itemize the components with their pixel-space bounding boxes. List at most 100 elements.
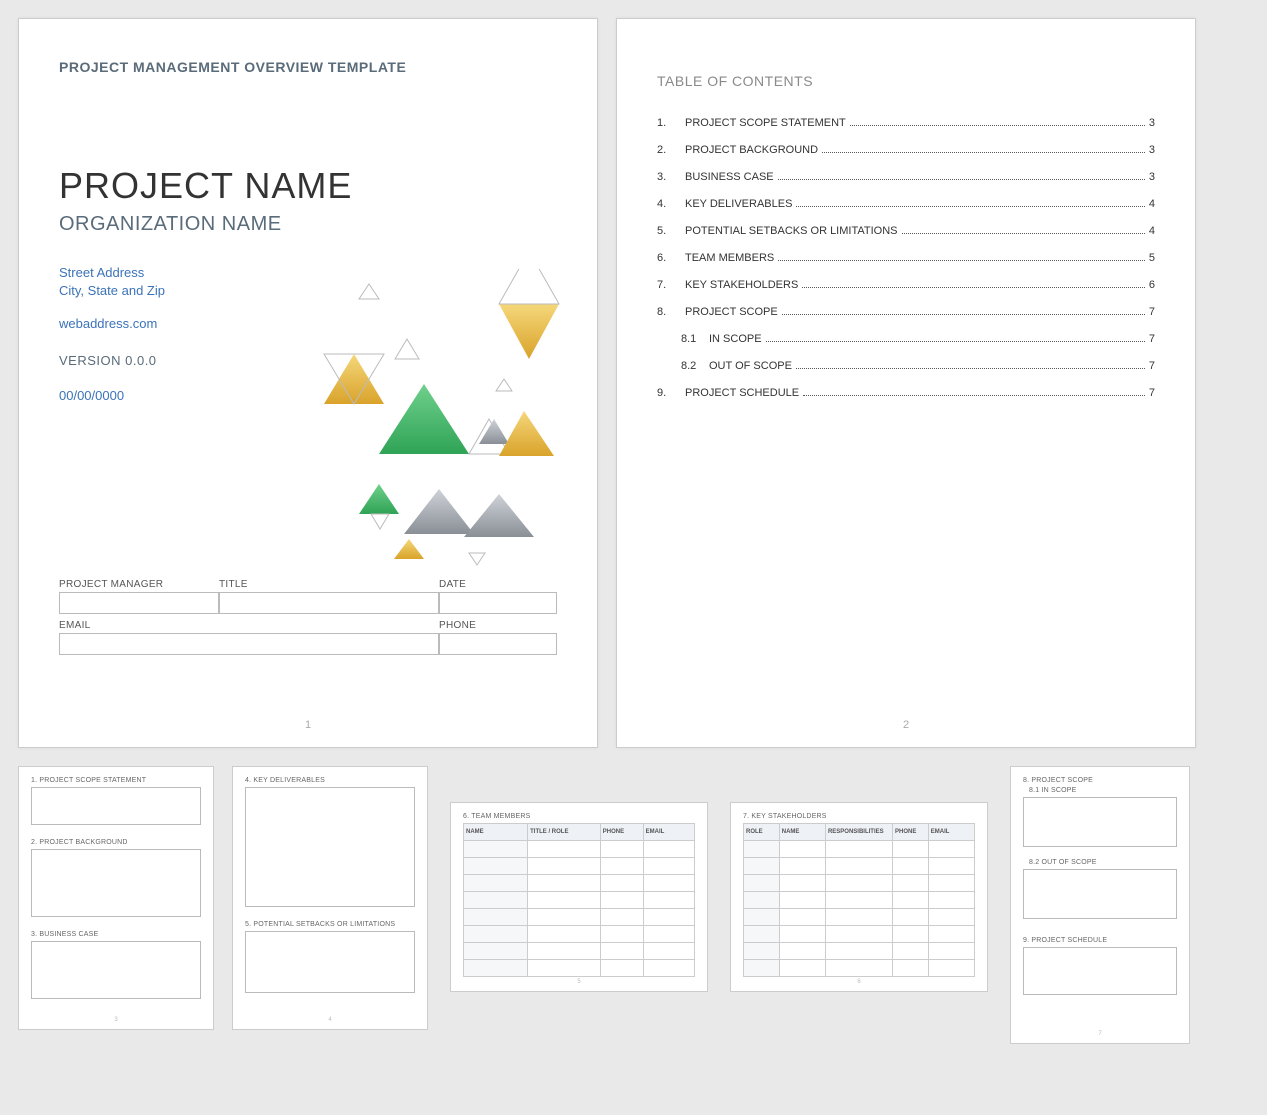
toc-entry: 6.TEAM MEMBERS5 bbox=[657, 252, 1155, 264]
stakeholders-table: ROLE NAME RESPONSIBILITIES PHONE EMAIL bbox=[743, 823, 975, 977]
toc-page: 3 bbox=[1149, 171, 1155, 183]
toc-page: 7 bbox=[1149, 387, 1155, 399]
label-date: DATE bbox=[439, 579, 557, 590]
toc-label: BUSINESS CASE bbox=[685, 171, 774, 183]
toc-entry: 3.BUSINESS CASE3 bbox=[657, 171, 1155, 183]
subsection-title: 8.2 OUT OF SCOPE bbox=[1029, 859, 1177, 866]
col-title-role: TITLE / ROLE bbox=[528, 824, 601, 841]
toc-label: IN SCOPE bbox=[709, 333, 762, 345]
toc-label: POTENTIAL SETBACKS OR LIMITATIONS bbox=[685, 225, 898, 237]
toc-title: TABLE OF CONTENTS bbox=[657, 73, 1155, 89]
page-thumb-3: 1. PROJECT SCOPE STATEMENT 2. PROJECT BA… bbox=[18, 766, 214, 1030]
input-date[interactable] bbox=[439, 592, 557, 614]
toc-leader-dots bbox=[778, 260, 1145, 261]
col-name: NAME bbox=[464, 824, 528, 841]
page-number: 7 bbox=[1011, 1031, 1189, 1037]
label-title: TITLE bbox=[219, 579, 439, 590]
content-box bbox=[245, 931, 415, 993]
toc-number: 8.1 bbox=[681, 333, 709, 345]
toc-number: 8. bbox=[657, 306, 685, 318]
thumbnail-row: 1. PROJECT SCOPE STATEMENT 2. PROJECT BA… bbox=[18, 766, 1249, 1044]
toc-number: 1. bbox=[657, 117, 685, 129]
toc-label: TEAM MEMBERS bbox=[685, 252, 774, 264]
input-project-manager[interactable] bbox=[59, 592, 219, 614]
content-box bbox=[1023, 797, 1177, 847]
page-number: 3 bbox=[19, 1017, 213, 1023]
toc-entry: 1.PROJECT SCOPE STATEMENT 3 bbox=[657, 117, 1155, 129]
toc-page: 4 bbox=[1149, 225, 1155, 237]
col-phone: PHONE bbox=[893, 824, 929, 841]
section-title: 4. KEY DELIVERABLES bbox=[245, 777, 415, 784]
page-number: 6 bbox=[731, 979, 987, 985]
page-thumb-4: 4. KEY DELIVERABLES 5. POTENTIAL SETBACK… bbox=[232, 766, 428, 1030]
section-title: 1. PROJECT SCOPE STATEMENT bbox=[31, 777, 201, 784]
toc-number: 4. bbox=[657, 198, 685, 210]
triangles-graphic bbox=[299, 269, 599, 569]
toc-list: 1.PROJECT SCOPE STATEMENT32.PROJECT BACK… bbox=[657, 117, 1155, 399]
toc-entry: 7.KEY STAKEHOLDERS6 bbox=[657, 279, 1155, 291]
toc-page: 4 bbox=[1149, 198, 1155, 210]
toc-page: 7 bbox=[1149, 333, 1155, 345]
toc-leader-dots bbox=[796, 206, 1144, 207]
col-email: EMAIL bbox=[928, 824, 974, 841]
input-email[interactable] bbox=[59, 633, 439, 655]
table-row bbox=[744, 909, 975, 926]
toc-entry: 2.PROJECT BACKGROUND3 bbox=[657, 144, 1155, 156]
table-row bbox=[744, 926, 975, 943]
toc-entry: 8.1IN SCOPE 7 bbox=[657, 333, 1155, 345]
table-row bbox=[464, 841, 695, 858]
toc-page: 7 bbox=[1149, 360, 1155, 372]
section-title: 6. TEAM MEMBERS bbox=[463, 813, 695, 820]
table-row bbox=[744, 892, 975, 909]
label-phone: PHONE bbox=[439, 620, 557, 631]
toc-entry: 5.POTENTIAL SETBACKS OR LIMITATIONS4 bbox=[657, 225, 1155, 237]
project-name: PROJECT NAME bbox=[59, 165, 557, 207]
toc-leader-dots bbox=[778, 179, 1145, 180]
content-box bbox=[31, 849, 201, 917]
template-header: PROJECT MANAGEMENT OVERVIEW TEMPLATE bbox=[59, 59, 557, 75]
toc-leader-dots bbox=[766, 341, 1145, 342]
org-name: ORGANIZATION NAME bbox=[59, 213, 557, 236]
toc-number: 8.2 bbox=[681, 360, 709, 372]
table-row bbox=[464, 892, 695, 909]
col-responsibilities: RESPONSIBILITIES bbox=[825, 824, 892, 841]
label-project-manager: PROJECT MANAGER bbox=[59, 579, 219, 590]
toc-page: 3 bbox=[1149, 117, 1155, 129]
toc-label: KEY STAKEHOLDERS bbox=[685, 279, 798, 291]
toc-label: PROJECT SCOPE STATEMENT bbox=[685, 117, 846, 129]
toc-leader-dots bbox=[822, 152, 1145, 153]
content-box bbox=[1023, 947, 1177, 995]
toc-leader-dots bbox=[850, 125, 1145, 126]
team-members-table: NAME TITLE / ROLE PHONE EMAIL bbox=[463, 823, 695, 977]
input-title[interactable] bbox=[219, 592, 439, 614]
subsection-title: 8.1 IN SCOPE bbox=[1029, 787, 1177, 794]
input-phone[interactable] bbox=[439, 633, 557, 655]
toc-number: 7. bbox=[657, 279, 685, 291]
section-title: 3. BUSINESS CASE bbox=[31, 931, 201, 938]
page-number: 1 bbox=[19, 719, 597, 731]
section-title: 7. KEY STAKEHOLDERS bbox=[743, 813, 975, 820]
cover-form: PROJECT MANAGER TITLE DATE EMAIL bbox=[59, 579, 557, 661]
table-row bbox=[744, 858, 975, 875]
table-row bbox=[744, 875, 975, 892]
table-row bbox=[744, 841, 975, 858]
toc-leader-dots bbox=[796, 368, 1145, 369]
col-name: NAME bbox=[779, 824, 825, 841]
toc-entry: 4.KEY DELIVERABLES4 bbox=[657, 198, 1155, 210]
toc-label: PROJECT SCOPE bbox=[685, 306, 778, 318]
page-thumb-5: 6. TEAM MEMBERS NAME TITLE / ROLE PHONE … bbox=[450, 802, 708, 992]
table-row bbox=[464, 858, 695, 875]
page-1: PROJECT MANAGEMENT OVERVIEW TEMPLATE PRO… bbox=[18, 18, 598, 748]
table-row bbox=[744, 960, 975, 977]
toc-entry: 8.2OUT OF SCOPE7 bbox=[657, 360, 1155, 372]
toc-label: PROJECT BACKGROUND bbox=[685, 144, 818, 156]
page-number: 5 bbox=[451, 979, 707, 985]
section-title: 5. POTENTIAL SETBACKS OR LIMITATIONS bbox=[245, 921, 415, 928]
table-row bbox=[744, 943, 975, 960]
toc-page: 3 bbox=[1149, 144, 1155, 156]
section-title: 2. PROJECT BACKGROUND bbox=[31, 839, 201, 846]
toc-page: 5 bbox=[1149, 252, 1155, 264]
content-box bbox=[245, 787, 415, 907]
col-role: ROLE bbox=[744, 824, 780, 841]
toc-label: PROJECT SCHEDULE bbox=[685, 387, 799, 399]
